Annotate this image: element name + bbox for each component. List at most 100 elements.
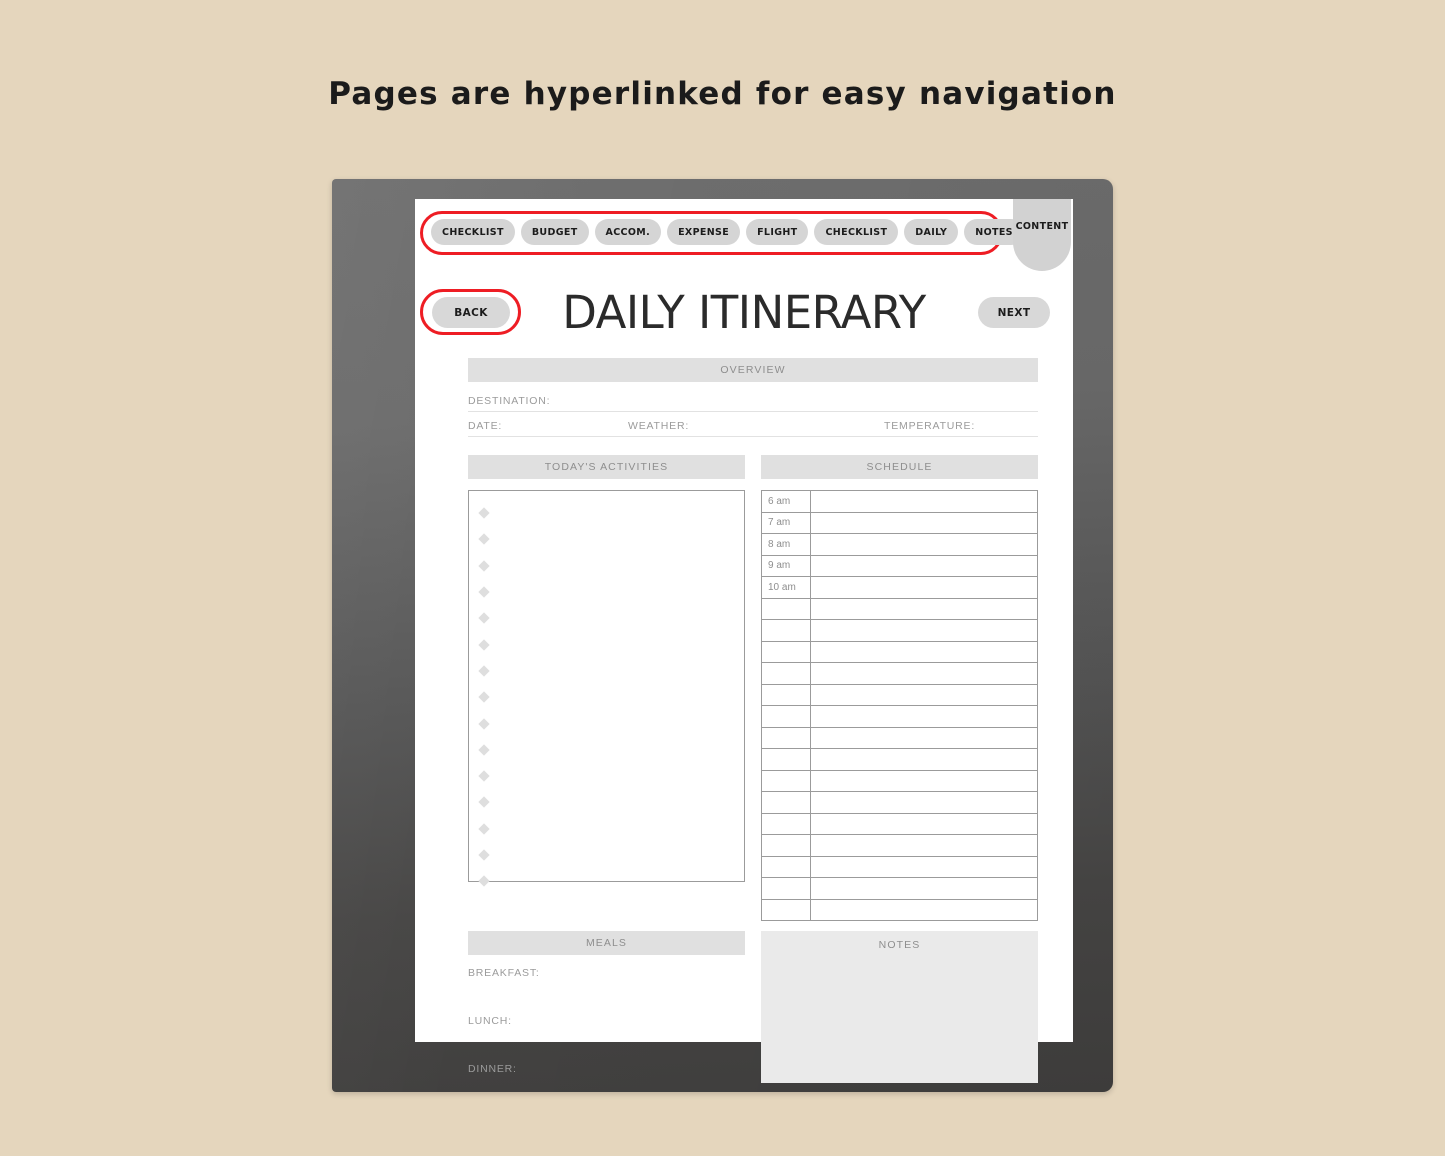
meals-heading: MEALS [468, 931, 745, 955]
schedule-row[interactable] [762, 856, 1037, 878]
schedule-row[interactable] [762, 706, 1037, 728]
schedule-time-label [762, 598, 811, 619]
activity-row[interactable] [469, 763, 744, 789]
schedule-row[interactable] [762, 813, 1037, 835]
activity-row[interactable] [469, 710, 744, 736]
notes-box[interactable]: NOTES [761, 931, 1038, 1083]
diamond-bullet-icon [478, 665, 490, 677]
schedule-row[interactable] [762, 770, 1037, 792]
lunch-field[interactable]: LUNCH: [468, 1015, 745, 1063]
schedule-time-label [762, 899, 811, 920]
schedule-row[interactable] [762, 727, 1037, 749]
schedule-time-label [762, 770, 811, 791]
tab-checklist-1[interactable]: CHECKLIST [431, 219, 515, 245]
diamond-bullet-icon [478, 533, 490, 546]
activity-row[interactable] [469, 526, 744, 552]
schedule-entry-cell[interactable] [811, 620, 1037, 641]
schedule-table[interactable]: 6 am 7 am 8 am 9 am 10 am [761, 490, 1038, 921]
schedule-row[interactable]: 7 am [762, 512, 1037, 534]
diamond-bullet-icon [478, 586, 490, 598]
tab-budget[interactable]: BUDGET [520, 219, 589, 245]
diamond-bullet-icon [478, 507, 490, 519]
activity-row[interactable] [469, 553, 744, 579]
schedule-entry-cell[interactable] [811, 878, 1037, 899]
diamond-bullet-icon [478, 849, 490, 861]
activities-box[interactable] [468, 490, 745, 887]
activity-row[interactable] [469, 579, 744, 605]
schedule-time-label: 6 am [762, 491, 811, 512]
schedule-entry-cell[interactable] [811, 599, 1037, 620]
schedule-time-label [762, 684, 811, 705]
schedule-row[interactable]: 8 am [762, 534, 1037, 556]
headings-row: TODAY'S ACTIVITIES SCHEDULE [468, 455, 1038, 479]
schedule-entry-cell[interactable] [811, 792, 1037, 813]
next-button[interactable]: NEXT [978, 297, 1050, 328]
schedule-heading: SCHEDULE [761, 455, 1038, 479]
schedule-time-label [762, 813, 811, 834]
schedule-row[interactable] [762, 620, 1037, 642]
schedule-time-label: 9 am [762, 555, 811, 576]
schedule-row[interactable] [762, 878, 1037, 900]
schedule-row[interactable]: 9 am [762, 555, 1037, 577]
schedule-entry-cell[interactable] [811, 577, 1037, 598]
diamond-bullet-icon [478, 612, 490, 624]
schedule-row[interactable] [762, 663, 1037, 685]
schedule-entry-cell[interactable] [811, 857, 1037, 878]
back-button[interactable]: BACK [432, 297, 510, 328]
title-row: DAILY ITINERARY BACK NEXT [415, 285, 1073, 341]
schedule-entry-cell[interactable] [811, 556, 1037, 577]
schedule-entry-cell[interactable] [811, 706, 1037, 727]
schedule-entry-cell[interactable] [811, 642, 1037, 663]
meals-list: BREAKFAST: LUNCH: DINNER: [468, 955, 745, 1111]
schedule-entry-cell[interactable] [811, 728, 1037, 749]
date-weather-temperature-field[interactable]: DATE: WEATHER: TEMPERATURE: [468, 412, 1038, 437]
activity-row[interactable] [469, 684, 744, 710]
activity-row[interactable] [469, 631, 744, 657]
activity-row[interactable] [469, 500, 744, 526]
schedule-row[interactable] [762, 899, 1037, 921]
schedule-entry-cell[interactable] [811, 663, 1037, 684]
tab-expense[interactable]: EXPENSE [667, 219, 741, 245]
overview-band: OVERVIEW [468, 358, 1038, 382]
breakfast-field[interactable]: BREAKFAST: [468, 967, 745, 1015]
activity-row[interactable] [469, 842, 744, 868]
schedule-row[interactable] [762, 835, 1037, 857]
schedule-entry-cell[interactable] [811, 835, 1037, 856]
diamond-bullet-icon [478, 717, 490, 730]
activity-row[interactable] [469, 816, 744, 842]
schedule-entry-cell[interactable] [811, 771, 1037, 792]
tab-checklist-2[interactable]: CHECKLIST [814, 219, 899, 245]
schedule-entry-cell[interactable] [811, 749, 1037, 770]
destination-field[interactable]: DESTINATION: [468, 387, 1038, 412]
schedule-row[interactable] [762, 792, 1037, 814]
schedule-row[interactable] [762, 749, 1037, 771]
schedule-time-label: 8 am [762, 534, 811, 555]
page-headline: Pages are hyperlinked for easy navigatio… [328, 76, 1117, 112]
schedule-row[interactable]: 6 am [762, 491, 1037, 513]
schedule-entry-cell[interactable] [811, 491, 1037, 512]
activity-row[interactable] [469, 737, 744, 763]
schedule-row[interactable] [762, 641, 1037, 663]
schedule-row[interactable] [762, 684, 1037, 706]
schedule-entry-cell[interactable] [811, 900, 1037, 921]
tab-accom[interactable]: ACCOM. [594, 219, 662, 245]
activity-row[interactable] [469, 658, 744, 684]
activity-row[interactable] [469, 789, 744, 815]
schedule-time-label: 10 am [762, 577, 811, 598]
schedule-entry-cell[interactable] [811, 814, 1037, 835]
tab-list: CHECKLIST BUDGET ACCOM. EXPENSE FLIGHT C… [431, 219, 1024, 245]
schedule-entry-cell[interactable] [811, 685, 1037, 706]
activity-row[interactable] [469, 868, 744, 894]
schedule-time-label [762, 835, 811, 856]
activity-row[interactable] [469, 605, 744, 631]
tab-content[interactable]: CONTENT [1013, 199, 1071, 271]
schedule-entry-cell[interactable] [811, 513, 1037, 534]
schedule-row[interactable]: 10 am [762, 577, 1037, 599]
schedule-entry-cell[interactable] [811, 534, 1037, 555]
tablet-device-frame: CHECKLIST BUDGET ACCOM. EXPENSE FLIGHT C… [332, 179, 1113, 1092]
dinner-field[interactable]: DINNER: [468, 1063, 745, 1111]
diamond-bullet-icon [478, 638, 490, 651]
tab-flight[interactable]: FLIGHT [746, 219, 809, 245]
tab-daily[interactable]: DAILY [904, 219, 959, 245]
schedule-row[interactable] [762, 598, 1037, 620]
